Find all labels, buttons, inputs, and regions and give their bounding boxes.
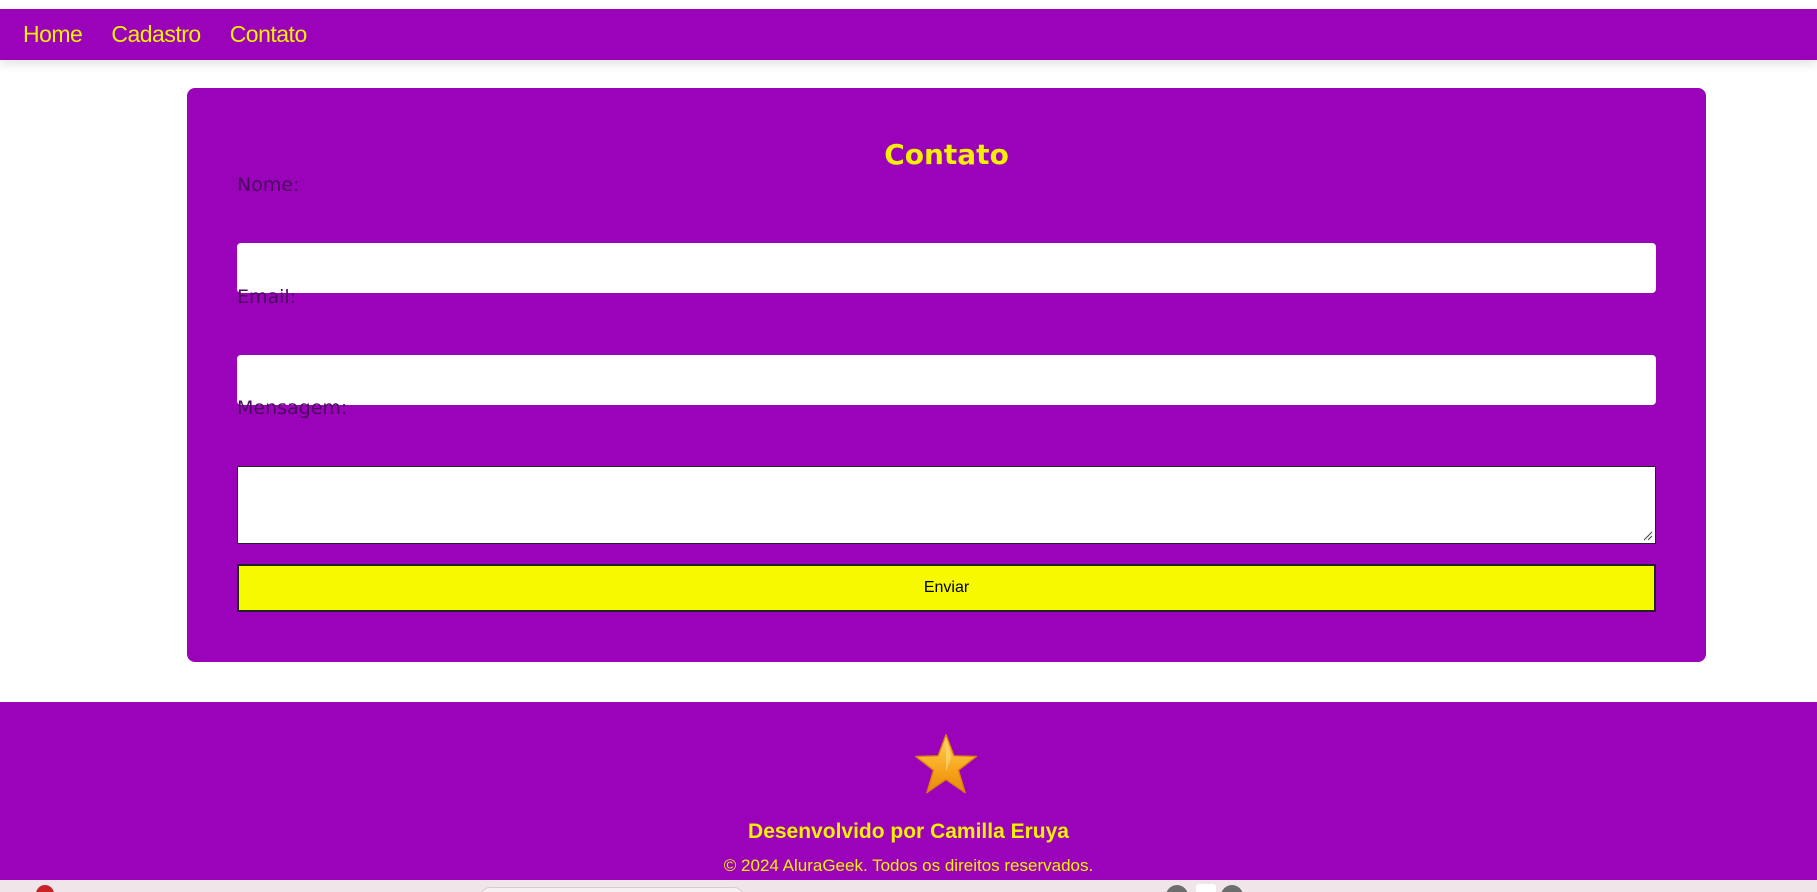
page-footer: Desenvolvido por Camilla Eruya © 2024 Al… — [0, 702, 1817, 880]
name-input[interactable] — [237, 243, 1656, 293]
contact-form-card: Contato Nome: Email: Mensagem: Enviar — [187, 88, 1706, 662]
nav-link-contato[interactable]: Contato — [230, 21, 308, 48]
nav-link-cadastro[interactable]: Cadastro — [111, 21, 201, 48]
star-icon — [914, 733, 978, 794]
taskbar-app-icon[interactable] — [1166, 885, 1188, 892]
email-label: Email: — [237, 286, 297, 308]
taskbar-app-icon[interactable] — [1196, 884, 1216, 892]
send-button[interactable]: Enviar — [237, 564, 1656, 612]
app-icon[interactable] — [36, 885, 54, 892]
top-navigation: Home Cadastro Contato — [0, 9, 1817, 60]
taskbar-app-icon[interactable] — [1221, 885, 1243, 892]
developer-credit: Desenvolvido por Camilla Eruya — [748, 820, 1069, 843]
message-label: Mensagem: — [237, 397, 348, 419]
taskbar-search-box[interactable] — [480, 887, 744, 892]
form-title: Contato — [884, 138, 1009, 171]
resize-handle-icon[interactable] — [1643, 531, 1653, 541]
email-input[interactable] — [237, 355, 1656, 405]
name-label: Nome: — [237, 174, 300, 196]
message-textarea[interactable] — [237, 466, 1656, 544]
os-taskbar — [0, 880, 1817, 892]
nav-link-home[interactable]: Home — [23, 21, 83, 48]
copyright-text: © 2024 AluraGeek. Todos os direitos rese… — [723, 856, 1094, 875]
